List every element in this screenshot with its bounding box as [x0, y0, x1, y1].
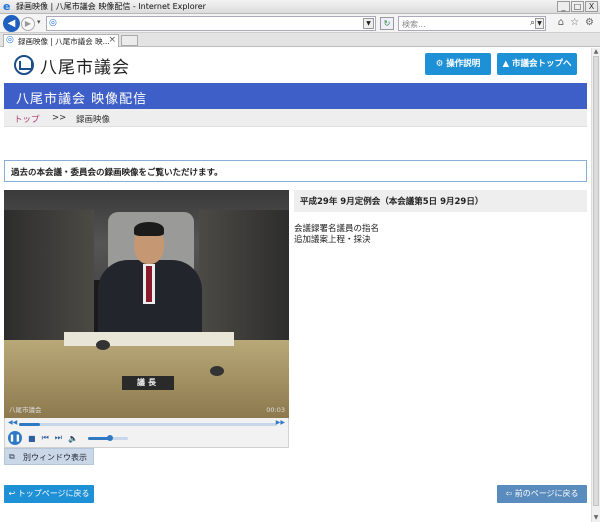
logo-text: 八尾市議会 — [40, 57, 130, 78]
open-new-window-label: 別ウィンドウ表示 — [23, 453, 87, 462]
help-button[interactable]: ⚙ 操作説明 — [425, 53, 491, 75]
new-window-icon: ⧉ — [9, 452, 15, 461]
settings-gear-icon[interactable]: ⚙ — [585, 17, 594, 28]
window-title: 録画映像 | 八尾市議会 映像配信 - Internet Explorer — [16, 2, 206, 11]
address-bar[interactable]: ◎ ▼ — [46, 16, 376, 31]
open-new-window-button[interactable]: ⧉ 別ウィンドウ表示 — [4, 448, 94, 465]
meeting-title: 平成29年 9月定例会（本会議第5日 9月29日） — [300, 197, 484, 207]
left-arrow-icon: ⇦ — [505, 489, 515, 498]
stop-icon[interactable]: ■ — [28, 434, 36, 443]
seek-bar-progress — [19, 423, 40, 426]
site-logo[interactable]: 八尾市議会 — [14, 54, 130, 78]
search-dropdown-icon[interactable]: ▼ — [535, 18, 544, 29]
agenda-item[interactable]: 会議録署名議員の指名 — [294, 224, 379, 235]
seek-bar[interactable] — [19, 423, 277, 426]
search-placeholder: 検索... — [402, 20, 426, 29]
new-tab-button[interactable] — [121, 35, 138, 46]
history-dropdown-icon[interactable]: ▾ — [37, 18, 41, 26]
skip-previous-icon[interactable]: ⏮ — [42, 433, 49, 443]
page-content: 八尾市議会 ⚙ 操作説明 ▲ 市議会トップへ 八尾市議会 映像配信 トップ >>… — [0, 48, 600, 522]
forward-arrow-icon: ▶ — [24, 19, 32, 28]
meeting-header: 平成29年 9月定例会（本会議第5日 9月29日） — [294, 190, 587, 212]
browser-tab[interactable]: ◎ 録画映像 | 八尾市議会 映... × — [3, 34, 119, 47]
back-to-top-label: トップページに戻る — [17, 489, 90, 498]
city-emblem-icon — [14, 55, 34, 75]
seek-forward-icon[interactable]: ▶▶ — [276, 419, 285, 426]
name-plate: 議長 — [122, 376, 174, 390]
gear-icon: ⚙ — [435, 59, 447, 69]
volume-icon[interactable]: 🔈 — [68, 434, 78, 443]
browser-search-input[interactable]: 検索... ⌕ ▼ — [398, 16, 546, 31]
pause-icon: ❚❚ — [9, 434, 21, 442]
tab-favicon-icon: ◎ — [6, 35, 14, 45]
site-favicon-icon: ◎ — [49, 18, 57, 28]
forward-button[interactable]: ▶ — [21, 17, 35, 31]
browser-tabbar: ◎ 録画映像 | 八尾市議会 映... × — [0, 33, 600, 47]
breadcrumb-separator: >> — [52, 113, 67, 123]
volume-slider[interactable] — [87, 434, 128, 441]
video-timecode: 00:03 — [266, 406, 285, 414]
notice-text: 過去の本会議・委員会の録画映像をご覧いただけます。 — [11, 168, 223, 178]
minimize-button[interactable]: _ — [557, 1, 570, 12]
scrollbar-thumb[interactable] — [593, 56, 599, 506]
address-dropdown-icon[interactable]: ▼ — [363, 18, 374, 29]
control-buttons: ❚❚ ■ ⏮ ⏭ 🔈 — [8, 431, 128, 445]
back-arrow-icon: ◀ — [7, 18, 16, 29]
back-to-previous-label: 前のページに戻る — [514, 489, 579, 498]
browser-navbar: ◀ ▶ ▾ ◎ ▼ ↻ 検索... ⌕ ▼ ⌂ ☆ ⚙ — [0, 14, 600, 33]
breadcrumb: トップ >> 録画映像 — [4, 109, 587, 127]
council-top-button-label: 市議会トップへ — [511, 59, 572, 69]
video-controls: ◀◀ ▶▶ ❚❚ ■ ⏮ ⏭ 🔈 — [4, 418, 289, 448]
video-player[interactable]: 議長 八尾市議会 00:03 — [4, 190, 289, 418]
window-titlebar: e 録画映像 | 八尾市議会 映像配信 - Internet Explorer … — [0, 0, 600, 14]
back-to-top-button[interactable]: ↩ トップページに戻る — [4, 485, 94, 503]
tab-close-icon[interactable]: × — [108, 35, 116, 45]
page-title: 八尾市議会 映像配信 — [16, 92, 148, 107]
browser-toolbar-icons: ⌂ ☆ ⚙ — [558, 17, 594, 28]
pause-button[interactable]: ❚❚ — [8, 431, 22, 445]
building-icon: ▲ — [502, 59, 512, 69]
tab-label: 録画映像 | 八尾市議会 映... — [18, 37, 110, 46]
agenda-item[interactable]: 追加議案上程・採決 — [294, 235, 379, 246]
video-watermark: 八尾市議会 — [9, 406, 42, 414]
notice-box: 過去の本会議・委員会の録画映像をご覧いただけます。 — [4, 160, 587, 182]
refresh-icon: ↻ — [383, 19, 391, 28]
back-button[interactable]: ◀ — [3, 15, 20, 32]
breadcrumb-top-link[interactable]: トップ — [14, 113, 40, 125]
window-controls: _ □ X — [557, 1, 598, 12]
council-top-button[interactable]: ▲ 市議会トップへ — [497, 53, 577, 75]
breadcrumb-current: 録画映像 — [76, 115, 111, 125]
home-icon[interactable]: ⌂ — [558, 17, 564, 28]
skip-next-icon[interactable]: ⏭ — [55, 433, 62, 443]
scroll-up-icon[interactable]: ▲ — [592, 48, 600, 56]
header-band: 八尾市議会 映像配信 — [4, 83, 587, 109]
internet-explorer-icon: e — [3, 0, 11, 13]
refresh-button[interactable]: ↻ — [380, 17, 394, 30]
volume-knob[interactable] — [106, 434, 113, 441]
return-arrow-icon: ↩ — [8, 489, 18, 498]
help-button-label: 操作説明 — [446, 59, 481, 69]
back-to-previous-button[interactable]: ⇦ 前のページに戻る — [497, 485, 587, 503]
agenda-list: 会議録署名議員の指名 追加議案上程・採決 — [294, 224, 379, 246]
microphone-icon — [96, 340, 110, 350]
close-window-button[interactable]: X — [585, 1, 598, 12]
maximize-button[interactable]: □ — [571, 1, 584, 12]
seek-back-icon[interactable]: ◀◀ — [8, 419, 17, 426]
page-scrollbar[interactable]: ▲ ▼ — [591, 48, 600, 522]
microphone-icon — [210, 366, 224, 376]
scroll-down-icon[interactable]: ▼ — [592, 514, 600, 522]
favorites-star-icon[interactable]: ☆ — [570, 17, 579, 28]
